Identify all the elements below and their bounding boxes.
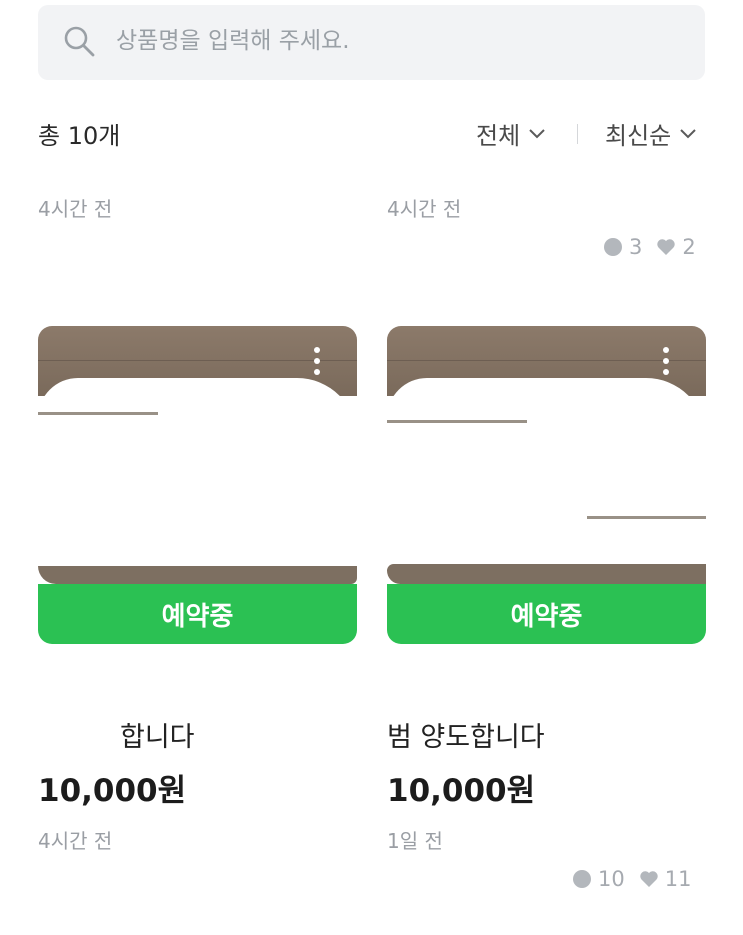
total-count: 총 10개 [38, 122, 121, 150]
chevron-down-icon [680, 128, 696, 138]
photo-floor [387, 564, 706, 584]
search-icon[interactable] [62, 24, 96, 58]
sort-label: 최신순 [605, 122, 672, 150]
item-title[interactable]: 합니다 [120, 715, 195, 754]
more-icon[interactable] [313, 346, 321, 376]
item-time: 4시간 전 [38, 197, 113, 221]
product-list-page: 총 10개 전체 최신순 4시간 전 4시간 전 3 2 예약중 합니다 1 [0, 0, 743, 935]
sort-dropdown[interactable]: 최신순 [605, 116, 697, 151]
comment-count: 10 [598, 867, 625, 891]
toolbar-divider [577, 124, 578, 144]
item-time: 1일 전 [387, 829, 443, 853]
photo-detail [387, 420, 527, 423]
status-badge: 예약중 [38, 584, 357, 644]
photo-floor [38, 566, 357, 584]
category-filter-label: 전체 [476, 122, 521, 150]
more-icon[interactable] [662, 346, 670, 376]
status-badge: 예약중 [387, 584, 706, 644]
search-input[interactable] [116, 24, 676, 58]
photo-detail [587, 516, 706, 519]
like-count: 11 [664, 867, 692, 891]
item-price: 10,000원 [387, 773, 536, 809]
heart-icon [640, 871, 658, 887]
item-title[interactable]: 범 양도합니다 [387, 715, 545, 754]
comment-icon [604, 238, 622, 256]
product-card-image[interactable]: 예약중 [387, 326, 706, 644]
like-count: 2 [682, 235, 696, 259]
product-card-image[interactable]: 예약중 [38, 326, 357, 644]
item-price: 10,000원 [38, 773, 187, 809]
item-time: 4시간 전 [387, 197, 462, 221]
photo-detail [38, 412, 158, 415]
item-time: 4시간 전 [38, 829, 113, 853]
chevron-down-icon [529, 128, 545, 138]
item-stats: 10 11 [572, 867, 691, 891]
heart-icon [657, 239, 676, 255]
comment-icon [573, 870, 591, 888]
category-filter-dropdown[interactable]: 전체 [476, 116, 546, 151]
comment-count: 3 [629, 235, 643, 259]
item-stats: 3 2 [603, 235, 696, 259]
